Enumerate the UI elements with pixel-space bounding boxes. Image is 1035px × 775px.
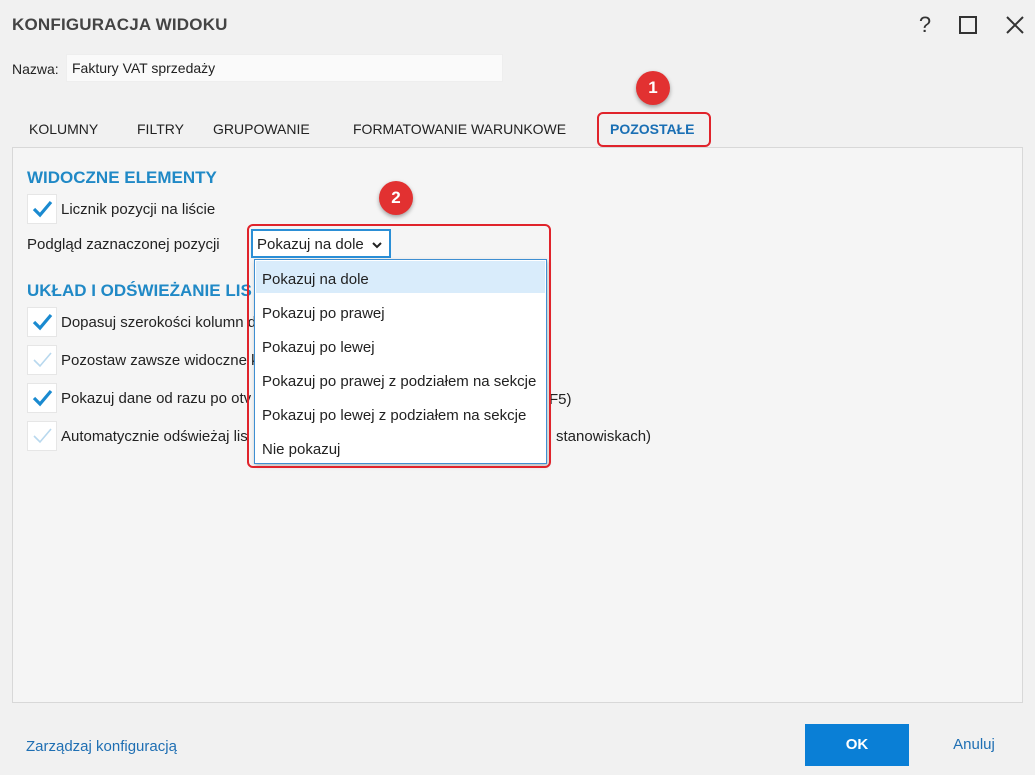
maximize-button[interactable] [953, 10, 983, 40]
help-icon: ? [918, 12, 932, 37]
highlight-tab-pozostale [597, 112, 711, 147]
tab-grupowanie[interactable]: GRUPOWANIE [213, 121, 310, 137]
counter-checkbox-row[interactable]: Licznik pozycji na liście [27, 194, 215, 224]
tab-kolumny[interactable]: KOLUMNY [29, 121, 98, 137]
option-row-keep-visible[interactable]: Pozostaw zawsze widoczne k [27, 345, 259, 375]
checkmark-off-icon [33, 428, 52, 444]
counter-checkbox-label: Licznik pozycji na liście [61, 200, 216, 218]
show-data-checkbox[interactable] [27, 383, 57, 413]
counter-checkbox[interactable] [27, 194, 57, 224]
auto-refresh-checkbox[interactable] [27, 421, 57, 451]
keep-visible-checkbox[interactable] [27, 345, 57, 375]
layout-refresh-title: UKŁAD I ODŚWIEŻANIE LIS [27, 281, 252, 300]
maximize-icon [959, 16, 977, 34]
tab-formatowanie-warunkowe[interactable]: FORMATOWANIE WARUNKOWE [353, 121, 566, 137]
title-bar: KONFIGURACJA WIDOKU ? [0, 0, 1035, 50]
annotation-badge-1: 1 [636, 71, 670, 105]
show-data-label-tail: F5) [549, 391, 572, 408]
name-input[interactable] [66, 54, 503, 82]
manage-configuration-link[interactable]: Zarządzaj konfiguracją [26, 738, 177, 755]
keep-visible-label: Pozostaw zawsze widoczne k [61, 351, 259, 369]
option-row-fit-columns[interactable]: Dopasuj szerokości kolumn d [27, 307, 256, 337]
auto-refresh-label-tail: stanowiskach) [556, 428, 652, 445]
option-row-auto-refresh[interactable]: Automatycznie odświeżaj lis [27, 421, 248, 451]
checkmark-icon [32, 313, 53, 331]
window-title: KONFIGURACJA WIDOKU [12, 15, 228, 34]
cancel-button[interactable]: Anuluj [930, 724, 1018, 766]
checkmark-icon [32, 389, 53, 407]
fit-columns-checkbox[interactable] [27, 307, 57, 337]
help-button[interactable]: ? [910, 10, 940, 40]
checkmark-off-icon [33, 352, 52, 368]
visible-elements-title: WIDOCZNE ELEMENTY [27, 168, 217, 187]
tab-filtry[interactable]: FILTRY [137, 121, 184, 137]
close-button[interactable] [1000, 10, 1030, 40]
highlight-preview-dropdown [247, 224, 551, 468]
close-icon [1006, 16, 1024, 34]
auto-refresh-label: Automatycznie odświeżaj lis [61, 427, 248, 445]
checkmark-icon [32, 200, 53, 218]
name-label: Nazwa: [12, 61, 59, 77]
ok-button[interactable]: OK [805, 724, 909, 766]
preview-label: Podgląd zaznaczonej pozycji [27, 236, 220, 253]
annotation-badge-2: 2 [379, 181, 413, 215]
show-data-label: Pokazuj dane od razu po otv [61, 389, 252, 407]
fit-columns-label: Dopasuj szerokości kolumn d [61, 313, 257, 331]
option-row-show-data[interactable]: Pokazuj dane od razu po otv [27, 383, 251, 413]
